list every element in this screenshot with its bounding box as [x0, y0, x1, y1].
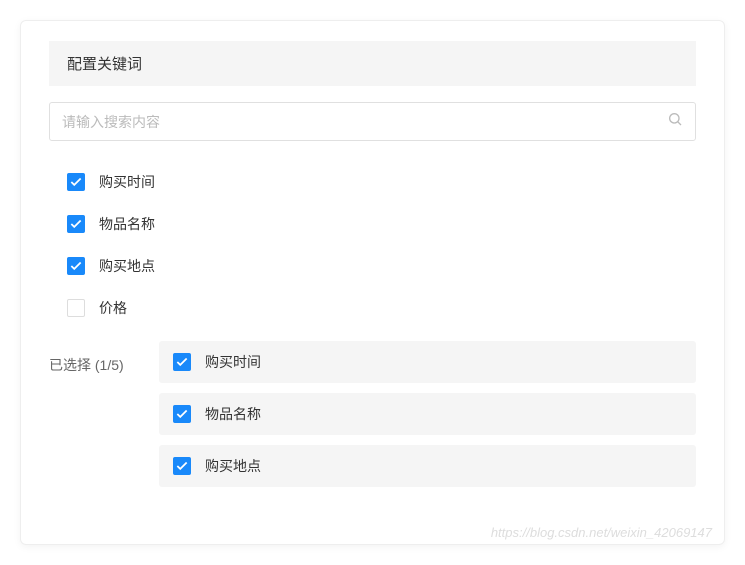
option-row[interactable]: 物品名称: [49, 203, 696, 245]
option-row[interactable]: 购买地点: [49, 245, 696, 287]
selected-item-label: 购买地点: [205, 456, 261, 476]
checkbox-icon[interactable]: [173, 353, 191, 371]
selected-item[interactable]: 购买时间: [159, 341, 696, 383]
panel-header: 配置关键词: [49, 41, 696, 86]
selected-item[interactable]: 购买地点: [159, 445, 696, 487]
search-container[interactable]: [49, 102, 696, 141]
search-icon: [667, 111, 683, 132]
checkbox-icon[interactable]: [67, 257, 85, 275]
checkbox-icon[interactable]: [173, 405, 191, 423]
selected-section: 已选择 (1/5) 购买时间 物品名称 购买地点: [49, 341, 696, 497]
checkbox-icon[interactable]: [67, 173, 85, 191]
watermark-text: https://blog.csdn.net/weixin_42069147: [491, 525, 712, 540]
config-panel: 配置关键词 购买时间 物品名称 购买地点: [20, 20, 725, 545]
option-row[interactable]: 价格: [49, 287, 696, 329]
selected-item-label: 物品名称: [205, 404, 261, 424]
checkbox-icon[interactable]: [67, 299, 85, 317]
option-label: 物品名称: [99, 214, 155, 234]
selected-item-label: 购买时间: [205, 352, 261, 372]
selected-count-label: 已选择 (1/5): [49, 341, 159, 375]
panel-title: 配置关键词: [67, 56, 142, 73]
checkbox-icon[interactable]: [67, 215, 85, 233]
selected-item[interactable]: 物品名称: [159, 393, 696, 435]
option-label: 价格: [99, 298, 127, 318]
options-list[interactable]: 购买时间 物品名称 购买地点 价格: [49, 155, 696, 335]
option-row[interactable]: 购买时间: [49, 161, 696, 203]
option-label: 购买地点: [99, 256, 155, 276]
checkbox-icon[interactable]: [173, 457, 191, 475]
search-input[interactable]: [62, 114, 667, 130]
option-label: 购买时间: [99, 172, 155, 192]
selected-list: 购买时间 物品名称 购买地点: [159, 341, 696, 497]
